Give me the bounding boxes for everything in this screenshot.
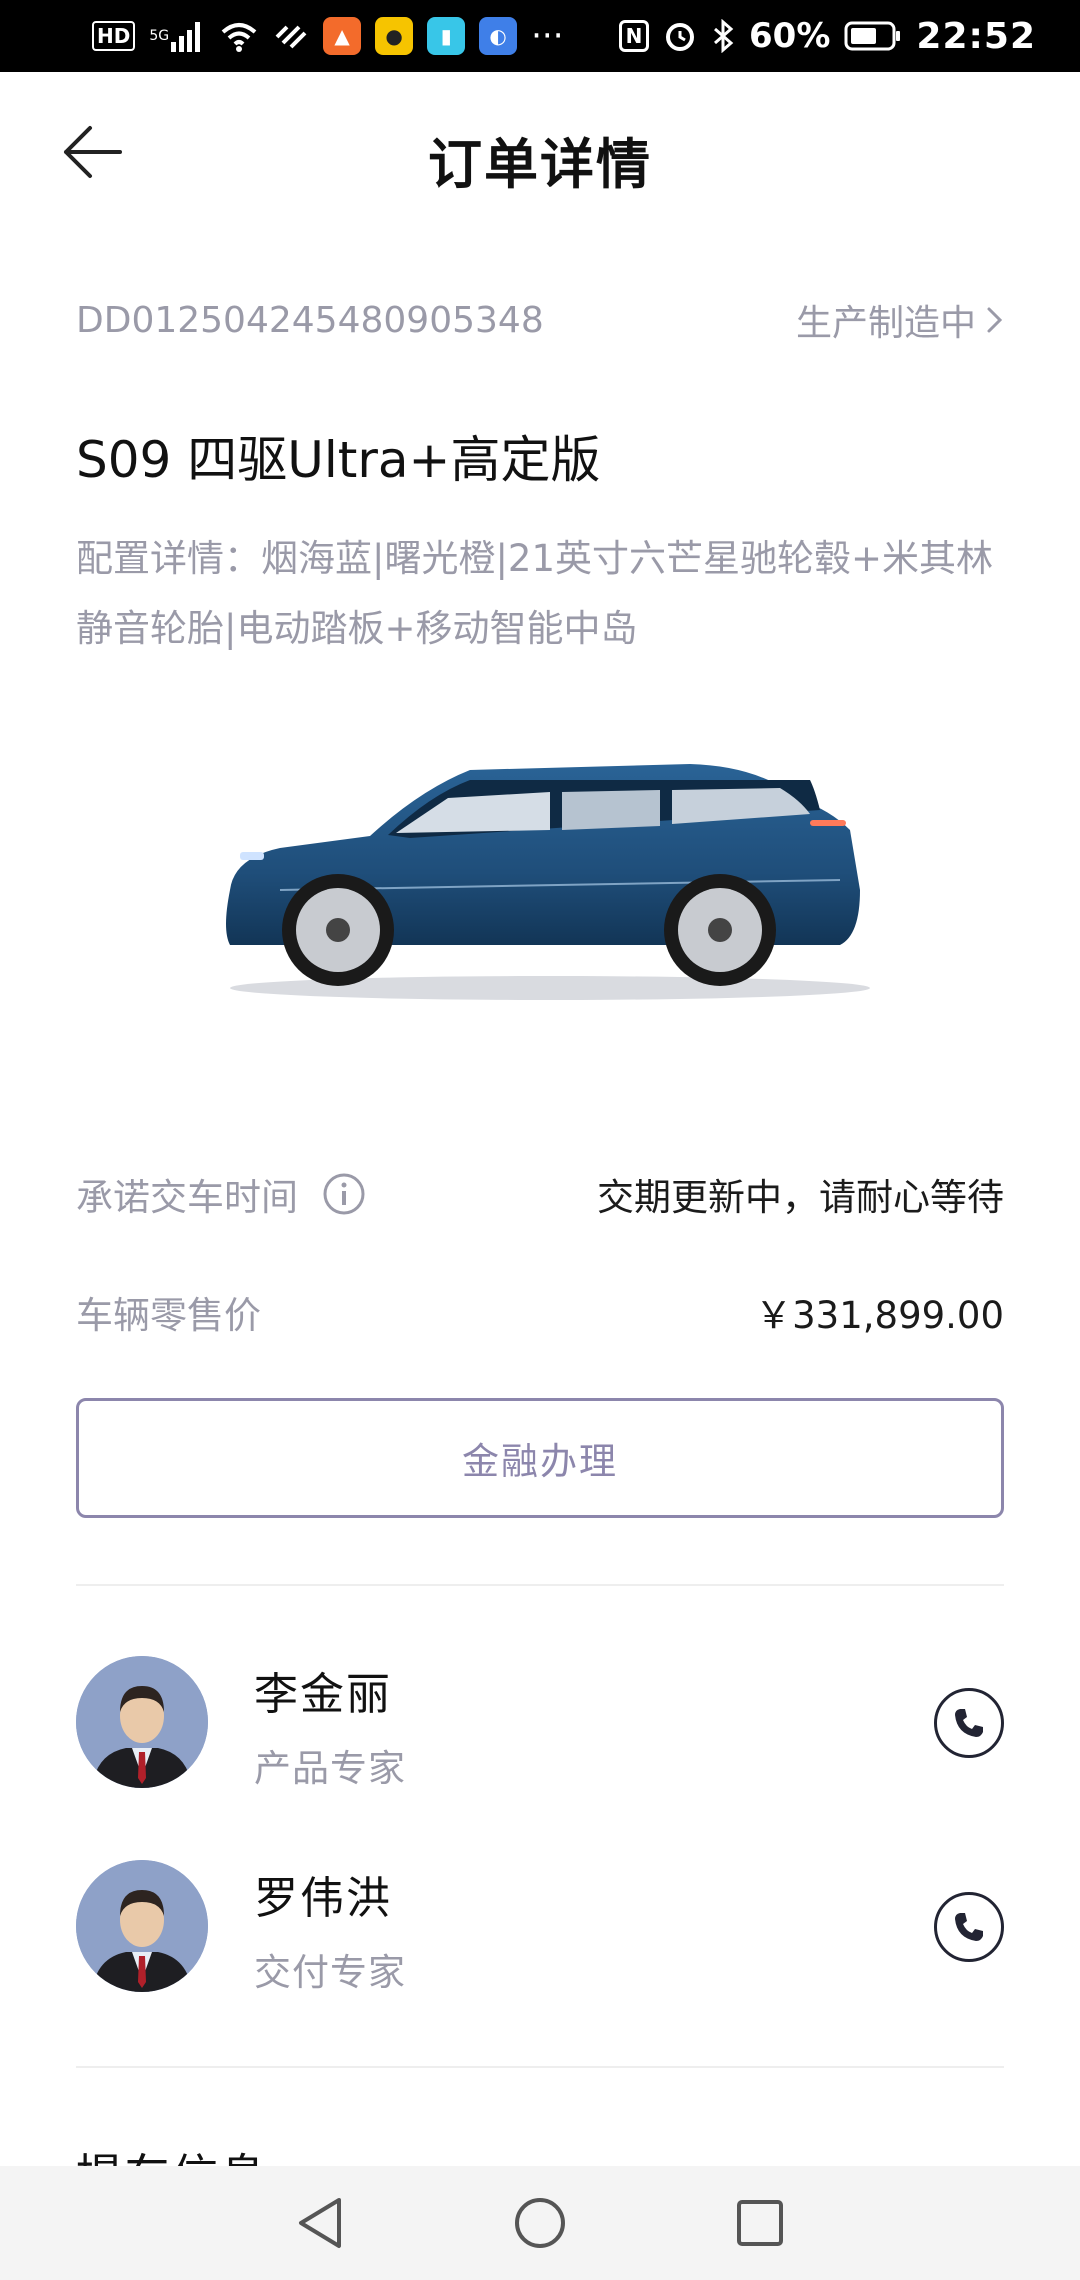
app-notification-icon: ▲	[323, 17, 362, 55]
retail-price-label: 车辆零售价	[76, 1294, 261, 1337]
hd-icon: HD	[92, 16, 136, 56]
order-status-link[interactable]: 生产制造中	[796, 294, 1004, 346]
status-left: HD 5G ▲ ● ▮ ◐ ···	[92, 16, 564, 56]
app-notification-icon: ●	[375, 17, 414, 55]
contact-item: 罗伟洪 交付专家	[76, 1860, 1004, 2000]
page-title: 订单详情	[428, 133, 652, 196]
signal-icon: 5G	[149, 16, 205, 56]
hotspot-icon	[273, 16, 309, 56]
more-icon: ···	[531, 16, 564, 56]
order-row: DD012504245480905348 生产制造中	[76, 292, 1004, 348]
nav-recents-button[interactable]	[725, 2188, 795, 2258]
contact-name: 李金丽	[254, 1669, 392, 1720]
call-button[interactable]	[934, 1892, 1004, 1962]
vehicle-config: 配置详情：烟海蓝|曙光橙|21英寸六芒星驰轮毂+米其林静音轮胎|电动踏板+移动智…	[76, 537, 994, 650]
order-status: 生产制造中	[795, 303, 976, 344]
info-icon[interactable]	[322, 1172, 366, 1216]
contact-role: 交付专家	[254, 1951, 406, 1994]
nfc-icon: N	[619, 16, 650, 56]
system-nav-bar	[0, 2166, 1080, 2280]
browser-app-icon: ◐	[479, 17, 518, 55]
divider	[76, 1584, 1004, 1586]
phone-icon	[955, 1709, 983, 1737]
delivery-time-row: 承诺交车时间 交期更新中，请耐心等待	[76, 1164, 1004, 1224]
nav-home-button[interactable]	[505, 2188, 575, 2258]
vehicle-image	[220, 740, 880, 1010]
square-recents-icon	[737, 2200, 783, 2246]
contact-name: 罗伟洪	[254, 1873, 392, 1924]
call-button[interactable]	[934, 1688, 1004, 1758]
delivery-time-value: 交期更新中，请耐心等待	[597, 1176, 1004, 1219]
nav-back-button[interactable]	[285, 2188, 355, 2258]
status-right: N 60% 22:52	[619, 16, 1036, 57]
status-bar: HD 5G ▲ ● ▮ ◐ ··· N 60% 22:52	[0, 0, 1080, 72]
avatar	[76, 1656, 208, 1788]
contact-role: 产品专家	[254, 1747, 406, 1790]
circle-home-icon	[515, 2198, 565, 2248]
retail-price-row: 车辆零售价 ￥331,899.00	[76, 1282, 1004, 1342]
order-number: DD012504245480905348	[76, 299, 544, 341]
phone-icon	[955, 1913, 983, 1941]
battery-icon	[844, 16, 902, 56]
wifi-icon	[219, 16, 259, 56]
chevron-right-icon	[987, 307, 1003, 333]
clock: 22:52	[916, 15, 1036, 57]
book-app-icon: ▮	[427, 17, 466, 55]
divider	[76, 2066, 1004, 2068]
battery-percentage: 60%	[749, 16, 831, 56]
bluetooth-icon	[711, 16, 735, 56]
avatar	[76, 1860, 208, 1992]
vehicle-model: S09 四驱Ultra+高定版	[76, 431, 601, 489]
header: 订单详情	[0, 72, 1080, 232]
triangle-back-icon	[299, 2198, 341, 2248]
delivery-time-label-wrap: 承诺交车时间	[76, 1167, 366, 1221]
alarm-icon	[663, 16, 697, 56]
finance-button[interactable]: 金融办理	[76, 1398, 1004, 1518]
retail-price-value: ￥331,899.00	[755, 1294, 1004, 1337]
contact-item: 李金丽 产品专家	[76, 1656, 1004, 1796]
delivery-time-label: 承诺交车时间	[76, 1176, 298, 1219]
